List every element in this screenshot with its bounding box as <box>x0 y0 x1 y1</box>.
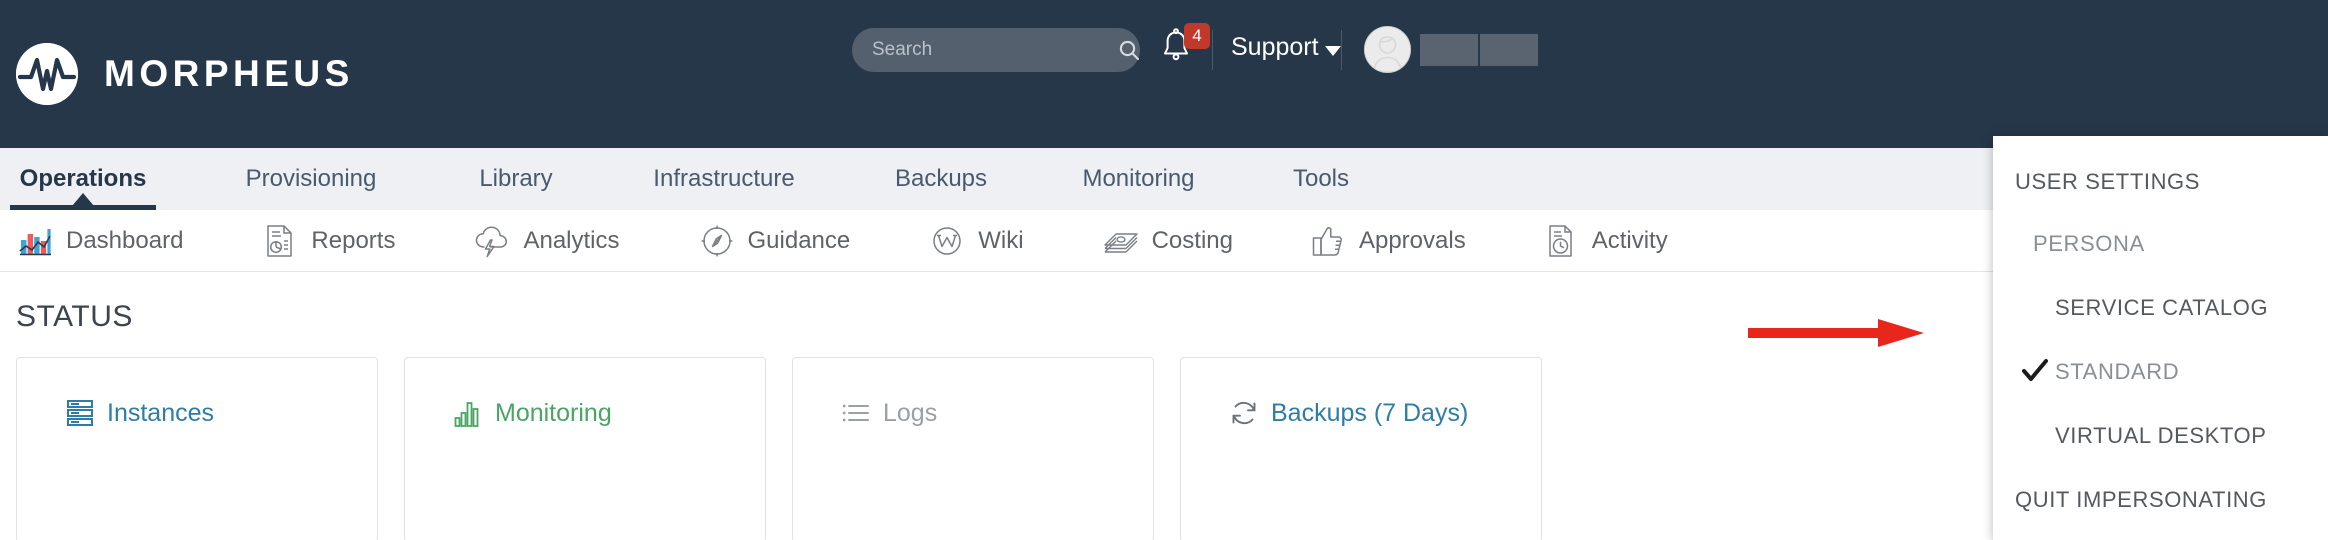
card-header: Monitoring <box>451 396 612 430</box>
user-avatar-icon[interactable] <box>1364 26 1411 73</box>
report-document-icon <box>261 222 299 260</box>
menu-item-label: STANDARD <box>2055 359 2180 384</box>
morpheus-waveform-logo-icon <box>16 43 78 105</box>
nav-tab-provisioning[interactable]: Provisioning <box>211 148 411 210</box>
status-card-instances[interactable]: Instances <box>16 357 378 540</box>
nav-tab-operations[interactable]: Operations <box>10 148 156 210</box>
top-header-bar: MORPHEUS 4 Support <box>0 0 2328 148</box>
subnav-item-dashboard[interactable]: Dashboard <box>16 222 183 260</box>
menu-item-quit-impersonating[interactable]: QUIT IMPERSONATING <box>1993 472 2328 528</box>
status-card-monitoring[interactable]: Monitoring <box>404 357 766 540</box>
menu-item-user-settings[interactable]: USER SETTINGS <box>1993 154 2328 210</box>
nav-tab-label: Operations <box>19 165 147 192</box>
cloud-lightning-icon <box>473 222 511 260</box>
subnav-label: Analytics <box>523 226 620 254</box>
document-clock-icon <box>1542 222 1580 260</box>
menu-item-label: QUIT IMPERSONATING <box>2015 487 2268 512</box>
subnav-label: Approvals <box>1358 226 1466 254</box>
nav-tab-label: Infrastructure <box>653 165 795 192</box>
active-tab-arrow-icon <box>72 193 94 206</box>
bar-chart-icon <box>16 222 54 260</box>
green-bar-chart-icon <box>451 396 485 430</box>
wiki-w-circle-icon <box>928 222 966 260</box>
menu-item-label: PERSONA <box>2033 231 2145 256</box>
red-arrow-annotation-icon <box>1748 316 1928 355</box>
sub-navigation: Dashboard Reports Analytics Guidance Wik… <box>0 210 2328 272</box>
subnav-item-guidance[interactable]: Guidance <box>698 222 851 260</box>
status-card-backups[interactable]: Backups (7 Days) <box>1180 357 1542 540</box>
server-stack-icon <box>63 396 97 430</box>
menu-item-label: VIRTUAL DESKTOP <box>2055 423 2267 448</box>
nav-tab-library[interactable]: Library <box>456 148 576 210</box>
subnav-label: Wiki <box>978 226 1024 254</box>
subnav-item-wiki[interactable]: Wiki <box>928 222 1024 260</box>
menu-item-service-catalog[interactable]: SERVICE CATALOG <box>1993 280 2328 336</box>
support-label: Support <box>1231 33 1319 61</box>
subnav-item-approvals[interactable]: Approvals <box>1309 222 1466 260</box>
menu-item-standard[interactable]: STANDARD <box>1993 344 2328 400</box>
username-redacted <box>1420 34 1540 66</box>
nav-tab-label: Tools <box>1292 165 1350 192</box>
status-card-logs[interactable]: Logs <box>792 357 1154 540</box>
list-lines-icon <box>839 396 873 430</box>
money-stack-icon <box>1102 222 1140 260</box>
notification-count-badge: 4 <box>1184 23 1210 49</box>
card-header: Backups (7 Days) <box>1227 396 1468 430</box>
header-divider-2 <box>1341 30 1342 70</box>
refresh-cycle-icon <box>1227 396 1261 430</box>
search-box[interactable] <box>852 28 1140 72</box>
compass-icon <box>698 222 736 260</box>
checkmark-icon <box>2022 359 2048 381</box>
card-label: Backups (7 Days) <box>1271 398 1469 427</box>
subnav-label: Activity <box>1591 226 1668 254</box>
subnav-label: Guidance <box>747 226 851 254</box>
primary-navigation: Operations Provisioning Library Infrastr… <box>0 148 2328 210</box>
subnav-item-analytics[interactable]: Analytics <box>473 222 620 260</box>
nav-tab-label: Library <box>479 165 553 192</box>
menu-item-label: SERVICE CATALOG <box>2055 295 2269 320</box>
nav-tab-tools[interactable]: Tools <box>1271 148 1371 210</box>
nav-tab-backups[interactable]: Backups <box>876 148 1006 210</box>
nav-tab-monitoring[interactable]: Monitoring <box>1056 148 1221 210</box>
user-settings-dropdown: USER SETTINGS PERSONA SERVICE CATALOG ST… <box>1993 136 2328 540</box>
menu-item-label: USER SETTINGS <box>2015 169 2201 194</box>
menu-item-persona: PERSONA <box>1993 216 2328 272</box>
card-header: Instances <box>63 396 214 430</box>
search-icon[interactable] <box>1117 38 1141 62</box>
header-divider-1 <box>1212 30 1213 70</box>
main-content: STATUS Instances Monitoring Logs Backups… <box>0 272 2328 540</box>
card-label: Instances <box>107 398 215 427</box>
status-cards: Instances Monitoring Logs Backups (7 Day… <box>16 357 1542 540</box>
card-label: Monitoring <box>495 398 612 427</box>
app-root: MORPHEUS 4 Support <box>0 0 2328 540</box>
subnav-item-activity[interactable]: Activity <box>1542 222 1668 260</box>
support-menu-button[interactable]: Support <box>1231 33 1341 62</box>
thumbs-up-icon <box>1309 222 1347 260</box>
subnav-label: Costing <box>1151 226 1233 254</box>
subnav-item-costing[interactable]: Costing <box>1102 222 1233 260</box>
brand-logo[interactable]: MORPHEUS <box>16 43 354 105</box>
subnav-label: Dashboard <box>66 226 184 254</box>
notifications-button[interactable]: 4 <box>1160 23 1210 72</box>
nav-tab-infrastructure[interactable]: Infrastructure <box>624 148 824 210</box>
caret-down-icon <box>1324 45 1341 56</box>
brand-name: MORPHEUS <box>104 53 354 94</box>
card-label: Logs <box>883 398 938 427</box>
nav-tab-label: Backups <box>894 165 988 192</box>
subnav-item-reports[interactable]: Reports <box>261 222 395 260</box>
nav-tab-label: Monitoring <box>1082 165 1195 192</box>
menu-item-virtual-desktop[interactable]: VIRTUAL DESKTOP <box>1993 408 2328 464</box>
nav-tab-label: Provisioning <box>245 165 377 192</box>
page-title: STATUS <box>16 300 133 333</box>
card-header: Logs <box>839 396 937 430</box>
search-input[interactable] <box>852 39 1117 61</box>
subnav-label: Reports <box>311 226 396 254</box>
